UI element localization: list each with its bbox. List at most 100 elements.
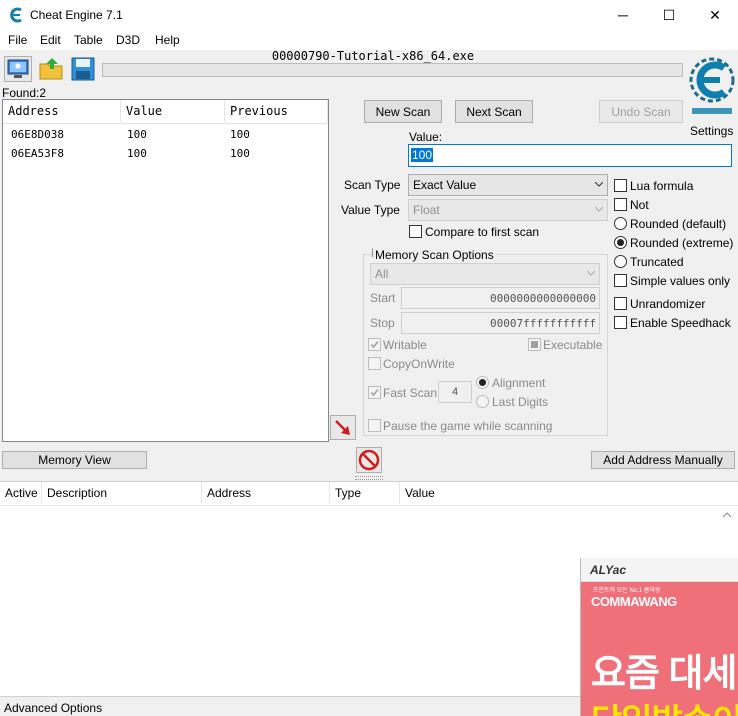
result-value: 100 [127,128,147,141]
value-input-text: 100 [411,148,434,162]
stop-address-input[interactable]: 00007fffffffffff [401,312,600,334]
add-to-list-button[interactable] [330,415,356,440]
value-type-value: Float [413,203,440,217]
value-input[interactable]: 100 [408,144,732,167]
menu-help[interactable]: Help [155,33,180,47]
chevron-down-icon [595,182,603,187]
scan-results-list[interactable]: Address Value Previous 06E8D038 100 100 … [2,99,329,442]
minimize-button[interactable]: ─ [600,0,646,30]
writable-checkbox[interactable] [368,338,381,351]
col-value[interactable]: Value [400,482,580,504]
executable-checkbox[interactable] [528,338,541,351]
truncated-label: Truncated [630,255,684,269]
value-type-label: Value Type [341,203,400,217]
ad-popup[interactable]: ALYac 프린트의 모든 No.1 콤마왕 COMMAWANG 요즘 대세 당… [580,558,738,716]
rounded-extreme-radio[interactable] [614,236,627,249]
alignment-radio[interactable] [476,376,489,389]
ad-headline-1: 요즘 대세 [591,653,737,695]
not-label: Not [630,198,649,212]
fast-scan-value-input[interactable]: 4 [438,381,472,403]
process-name: 00000790-Tutorial-x86_64.exe [271,49,475,63]
next-scan-button[interactable]: Next Scan [455,100,533,123]
lua-formula-label: Lua formula [630,179,694,193]
unrandomizer-checkbox[interactable] [614,297,627,310]
copyonwrite-checkbox[interactable] [368,357,381,370]
scan-type-select[interactable]: Exact Value [408,174,608,196]
table-row[interactable]: 06E8D038 100 100 [3,126,328,145]
menu-edit[interactable]: Edit [40,33,61,47]
folder-open-icon [39,58,63,80]
undo-scan-button[interactable]: Undo Scan [599,100,683,123]
open-file-button[interactable] [38,56,66,82]
start-label: Start [370,291,396,305]
title-bar: Cheat Engine 7.1 ─ ☐ ✕ [0,0,738,30]
executable-label: Executable [543,338,603,352]
rounded-default-radio[interactable] [614,217,627,230]
add-address-manually-button[interactable]: Add Address Manually [591,451,735,469]
ad-brand: ALYac [590,563,627,577]
splitter-grip[interactable] [355,476,383,480]
truncated-radio[interactable] [614,255,627,268]
start-address-input[interactable]: 0000000000000000 [401,287,600,309]
maximize-button[interactable]: ☐ [646,0,692,30]
clear-list-button[interactable] [356,447,382,473]
close-button[interactable]: ✕ [692,0,738,30]
speedhack-checkbox[interactable] [614,316,627,329]
col-type[interactable]: Type [330,482,400,504]
value-label: Value: [409,130,443,144]
save-disk-icon [71,57,95,81]
results-header-value[interactable]: Value [121,100,225,122]
address-table-header: Active Description Address Type Value [0,482,738,506]
scrollbar-up[interactable] [718,506,736,566]
pause-game-label: Pause the game while scanning [383,419,553,433]
copyonwrite-label: CopyOnWrite [383,357,455,371]
settings-link[interactable]: Settings [690,124,733,138]
results-header: Address Value Previous [3,100,328,124]
result-address: 06E8D038 [11,128,64,141]
results-header-address[interactable]: Address [3,100,121,122]
result-previous: 100 [230,147,250,160]
result-address: 06EA53F8 [11,147,64,160]
compare-first-label: Compare to first scan [425,225,540,239]
scan-type-value: Exact Value [413,178,477,192]
value-type-select[interactable]: Float [408,199,608,221]
cheat-engine-logo-icon [689,57,735,114]
chevron-down-icon [595,207,603,212]
menu-table[interactable]: Table [74,33,103,47]
col-description[interactable]: Description [42,482,202,504]
memory-scan-options-title: Memory Scan Options [373,248,496,262]
stop-label: Stop [370,316,395,330]
red-arrow-down-right-icon [335,419,350,435]
simple-values-label: Simple values only [630,274,731,288]
simple-values-checkbox[interactable] [614,274,627,287]
save-file-button[interactable] [70,56,96,82]
col-active[interactable]: Active [0,482,42,504]
ad-banner[interactable]: 프린트의 모든 No.1 콤마왕 COMMAWANG 요즘 대세 당일발송이 [581,582,738,716]
compare-first-checkbox[interactable] [409,225,422,238]
select-process-button[interactable] [4,56,32,82]
unrandomizer-label: Unrandomizer [630,297,706,311]
last-digits-radio[interactable] [476,395,489,408]
rounded-default-label: Rounded (default) [630,217,727,231]
results-header-previous[interactable]: Previous [225,100,328,122]
cheat-engine-app-icon [10,7,22,23]
ad-headline-2: 당일발송이 [591,694,738,716]
cheat-engine-logo[interactable] [688,50,736,122]
new-scan-button[interactable]: New Scan [364,100,442,123]
ad-logo: COMMAWANG [591,594,677,609]
lua-formula-checkbox[interactable] [614,179,627,192]
advanced-options-link[interactable]: Advanced Options [4,701,102,715]
result-previous: 100 [230,128,250,141]
not-checkbox[interactable] [614,198,627,211]
memory-region-select[interactable]: All [370,263,600,285]
menu-bar: File Edit Table D3D Help [0,30,738,50]
pause-game-checkbox[interactable] [368,419,381,432]
memory-view-button[interactable]: Memory View [2,451,147,469]
rounded-extreme-label: Rounded (extreme) [630,236,734,250]
result-value: 100 [127,147,147,160]
menu-file[interactable]: File [8,33,27,47]
fast-scan-checkbox[interactable] [368,386,381,399]
table-row[interactable]: 06EA53F8 100 100 [3,145,328,164]
col-address[interactable]: Address [202,482,330,504]
menu-d3d[interactable]: D3D [116,33,140,47]
